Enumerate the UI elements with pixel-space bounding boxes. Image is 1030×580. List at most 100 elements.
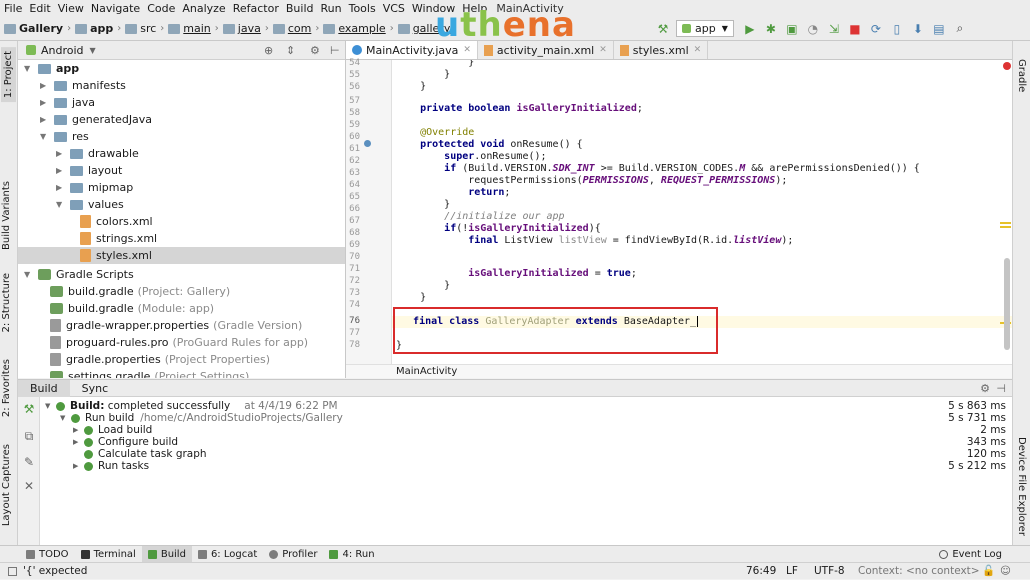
menu-code[interactable]: Code [147, 2, 175, 15]
gear-icon[interactable]: ⚙ [980, 382, 990, 395]
chevron-right-icon[interactable]: ▶ [40, 98, 50, 107]
status-toggle-icon[interactable] [8, 566, 17, 576]
tree-item-strings-xml[interactable]: strings.xml [80, 230, 157, 247]
line-separator[interactable]: LF [786, 563, 798, 580]
tool-event-log[interactable]: Event Log [933, 546, 1008, 562]
build-row[interactable]: ▶ Load build [73, 424, 152, 436]
chevron-down-icon[interactable]: ▼ [60, 412, 71, 424]
hide-panel-icon[interactable]: ⊢ [330, 44, 340, 57]
chevron-right-icon[interactable]: ▶ [56, 183, 66, 192]
scrollbar-thumb[interactable] [1004, 258, 1010, 350]
breadcrumb-gallery[interactable]: Gallery › [4, 22, 71, 35]
caret-position[interactable]: 76:49 [746, 563, 776, 580]
tab-sync[interactable]: Sync [70, 380, 121, 397]
chevron-down-icon[interactable]: ▼ [40, 132, 50, 141]
tab-structure[interactable]: 2: Structure [1, 273, 12, 332]
breadcrumb-com[interactable]: com › [272, 22, 319, 35]
menu-view[interactable]: View [58, 2, 84, 15]
tree-item-res[interactable]: ▼ res [40, 128, 89, 145]
chevron-right-icon[interactable]: ▶ [56, 166, 66, 175]
breadcrumb-example[interactable]: example › [323, 22, 394, 35]
tab-gradle[interactable]: Gradle [1016, 59, 1027, 92]
chevron-right-icon[interactable]: ▶ [40, 81, 50, 90]
tree-item-manifests[interactable]: ▶ manifests [40, 77, 126, 94]
hide-panel-icon[interactable]: ⊣ [996, 382, 1006, 395]
chevron-down-icon[interactable]: ▼ [24, 64, 34, 73]
search-icon[interactable]: ⌕ [952, 21, 968, 37]
build-row[interactable]: ▶ Configure build [73, 436, 178, 448]
avd-manager-icon[interactable]: ▯ [889, 21, 905, 37]
menu-file[interactable]: File [4, 2, 22, 15]
tree-item-build-gradle-module[interactable]: build.gradle (Module: app) [50, 300, 214, 317]
chevron-down-icon[interactable]: ▼ [45, 400, 56, 412]
close-icon[interactable]: ✕ [22, 479, 36, 493]
override-marker-icon[interactable] [364, 140, 371, 147]
run-config-select[interactable]: app ▼ [676, 20, 734, 37]
breadcrumb-main[interactable]: main › [168, 22, 219, 35]
inspector-icon[interactable]: ☺ [1000, 563, 1011, 580]
tree-item-gradle-scripts[interactable]: ▼ Gradle Scripts [24, 266, 134, 283]
close-icon[interactable]: ✕ [694, 45, 702, 55]
tool-build[interactable]: Build [141, 546, 192, 562]
tab-main-activity[interactable]: MainActivity.java ✕ [346, 41, 478, 59]
locate-icon[interactable]: ⊕ [264, 44, 273, 57]
chevron-down-icon[interactable]: ▼ [90, 46, 96, 55]
sdk-manager-icon[interactable]: ⬇ [910, 21, 926, 37]
tool-terminal[interactable]: Terminal [75, 546, 142, 562]
tree-item-gradle-properties[interactable]: gradle.properties (Project Properties) [50, 351, 270, 368]
build-row[interactable]: Calculate task graph [73, 448, 207, 460]
tree-item-build-gradle-project[interactable]: build.gradle (Project: Gallery) [50, 283, 230, 300]
coverage-icon[interactable]: ▣ [784, 21, 800, 37]
hammer-icon[interactable]: ⚒ [655, 21, 671, 37]
warning-marker[interactable] [1000, 222, 1011, 224]
editor-breadcrumb[interactable]: MainActivity [346, 364, 1012, 378]
menu-refactor[interactable]: Refactor [233, 2, 279, 15]
debug-icon[interactable]: ✱ [763, 21, 779, 37]
tree-item-gradle-wrapper[interactable]: gradle-wrapper.properties (Gradle Version… [50, 317, 302, 334]
tab-project[interactable]: 1: Project [1, 47, 16, 103]
tree-item-mipmap[interactable]: ▶ mipmap [56, 179, 133, 196]
pin-icon[interactable]: ✎ [22, 455, 36, 469]
tab-styles-xml[interactable]: styles.xml ✕ [614, 41, 709, 59]
chevron-down-icon[interactable]: ▼ [24, 270, 34, 279]
tree-item-java[interactable]: ▶ java [40, 94, 95, 111]
gear-icon[interactable]: ⚙ [310, 44, 320, 57]
error-stripe[interactable] [1000, 60, 1012, 364]
menu-tools[interactable]: Tools [349, 2, 376, 15]
menu-navigate[interactable]: Navigate [91, 2, 140, 15]
tree-item-settings-gradle[interactable]: settings.gradle (Project Settings) [50, 368, 249, 378]
toggle-view-icon[interactable]: ⧉ [22, 429, 36, 444]
chevron-down-icon[interactable]: ▼ [56, 200, 66, 209]
run-icon[interactable]: ▶ [742, 21, 758, 37]
close-icon[interactable]: ✕ [463, 45, 471, 55]
tool-todo[interactable]: TODO [20, 546, 75, 562]
tab-device-file-explorer[interactable]: Device File Explorer [1016, 437, 1027, 536]
tree-item-colors-xml[interactable]: colors.xml [80, 213, 153, 230]
editor-gutter[interactable]: 54 55 56 57 58 59 60 61 62 63 64 65 66 6… [346, 58, 392, 364]
tab-favorites[interactable]: 2: Favorites [1, 359, 12, 417]
tree-item-proguard-rules[interactable]: proguard-rules.pro (ProGuard Rules for ap… [50, 334, 308, 351]
menu-run[interactable]: Run [321, 2, 342, 15]
collapse-all-icon[interactable]: ⇕ [286, 44, 295, 57]
tab-layout-captures[interactable]: Layout Captures [1, 444, 12, 526]
structure-icon[interactable]: ▤ [931, 21, 947, 37]
close-icon[interactable]: ✕ [599, 45, 607, 55]
breadcrumb-src[interactable]: src › [125, 22, 164, 35]
sync-icon[interactable]: ⟳ [868, 21, 884, 37]
build-row[interactable]: ▼ Run build/home/c/AndroidStudioProjects/… [60, 412, 343, 424]
tab-activity-main-xml[interactable]: activity_main.xml ✕ [478, 41, 614, 59]
build-row[interactable]: ▶ Run tasks [73, 460, 149, 472]
tree-item-generated-java[interactable]: ▶ generatedJava [40, 111, 152, 128]
menu-analyze[interactable]: Analyze [182, 2, 225, 15]
tree-item-values[interactable]: ▼ values [56, 196, 124, 213]
tool-logcat[interactable]: 6: Logcat [192, 546, 263, 562]
tool-run[interactable]: 4: Run [323, 546, 380, 562]
tool-profiler[interactable]: Profiler [263, 546, 323, 562]
tree-item-styles-xml[interactable]: styles.xml [18, 247, 345, 264]
menu-vcs[interactable]: VCS [383, 2, 405, 15]
chevron-right-icon[interactable]: ▶ [40, 115, 50, 124]
chevron-right-icon[interactable]: ▶ [56, 149, 66, 158]
error-icon[interactable] [1003, 62, 1011, 70]
chevron-right-icon[interactable]: ▶ [73, 460, 84, 472]
breadcrumb-java[interactable]: java › [222, 22, 269, 35]
